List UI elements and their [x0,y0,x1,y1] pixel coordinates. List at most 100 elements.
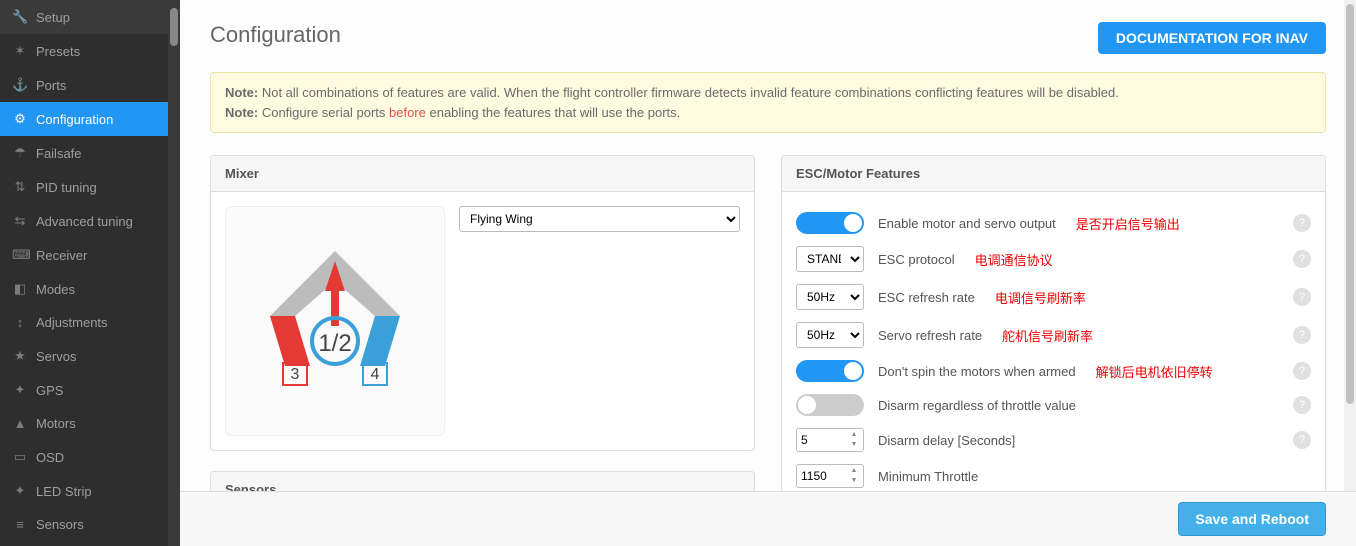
sidebar-item-label: Ports [36,78,66,93]
sidebar-item-osd[interactable]: ▭ OSD [0,440,180,474]
sidebar-item-adjustments[interactable]: ↕ Adjustments [0,306,180,339]
sidebar-item-label: GPS [36,383,63,398]
note-box: Note: Not all combinations of features a… [210,72,1326,133]
step-down-icon[interactable]: ▼ [847,440,861,450]
save-reboot-button[interactable]: Save and Reboot [1178,502,1326,536]
dont-spin-toggle[interactable] [796,360,864,382]
tune-icon: ⇆ [12,213,28,229]
sidebar-item-label: Adjustments [36,315,108,330]
sidebar-item-gps[interactable]: ✦ GPS [0,373,180,407]
disarm-label: Disarm regardless of throttle value [878,398,1076,413]
help-icon[interactable]: ? [1293,396,1311,414]
help-icon[interactable]: ? [1293,288,1311,306]
sidebar-item-modes[interactable]: ◧Modes [0,272,180,306]
sidebar-item-label: Presets [36,44,80,59]
mixer-diagram: 1/2 3 4 [225,206,445,436]
osd-icon: ▭ [12,449,28,465]
sidebar-item-servos[interactable]: ★Servos [0,339,180,373]
annotation-text: 解锁后电机依旧停转 [1096,362,1213,381]
esc-protocol-label: ESC protocol [878,252,955,267]
step-up-icon[interactable]: ▲ [847,466,861,476]
svg-text:1/2: 1/2 [318,330,351,357]
mixer-select[interactable]: Flying Wing [459,206,740,232]
note-label: Note: [225,85,258,100]
sidebar-item-label: Receiver [36,248,87,263]
led-icon: ✦ [12,483,28,499]
gear-icon: ⚙ [12,111,28,127]
min-throttle-input[interactable]: ▲▼ [796,464,864,488]
sidebar-item-label: PID tuning [36,180,97,195]
disarm-toggle[interactable] [796,394,864,416]
sidebar-item-label: Motors [36,416,76,431]
note-text: enabling the features that will use the … [426,105,680,120]
note-emphasis: before [389,105,426,120]
panel-header: Sensors [211,472,754,491]
min-throttle-label: Minimum Throttle [878,469,978,484]
panel-header: ESC/Motor Features [782,156,1325,192]
page-title: Configuration [210,22,341,48]
sidebar-item-label: Modes [36,282,75,297]
disarm-delay-input[interactable]: ▲▼ [796,428,864,452]
content: Configuration DOCUMENTATION FOR INAV Not… [180,0,1356,491]
sensor-icon: ≡ [12,517,28,532]
annotation-text: 电调通信协议 [975,250,1053,269]
note-text: Not all combinations of features are val… [258,85,1119,100]
svg-text:4: 4 [371,366,380,383]
esc-motor-panel: ESC/Motor Features Enable motor and serv… [781,155,1326,491]
enable-output-label: Enable motor and servo output [878,216,1056,231]
sidebar-item-label: Failsafe [36,146,82,161]
radio-icon: ⌨ [12,247,28,263]
sliders-icon: ⇅ [12,179,28,195]
help-icon[interactable]: ? [1293,362,1311,380]
sidebar-item-label: OSD [36,450,64,465]
scrollbar-thumb[interactable] [1346,4,1354,404]
note-text: Configure serial ports [258,105,389,120]
sidebar-item-configuration[interactable]: ⚙Configuration [0,102,180,136]
sidebar-scrollbar[interactable] [168,0,180,546]
esc-refresh-label: ESC refresh rate [878,290,975,305]
step-down-icon[interactable]: ▼ [847,476,861,486]
enable-output-toggle[interactable] [796,212,864,234]
scrollbar-thumb[interactable] [170,8,178,46]
help-icon[interactable]: ? [1293,214,1311,232]
sidebar-item-label: Servos [36,349,76,364]
servo-refresh-select[interactable]: 50Hz [796,322,864,348]
help-icon[interactable]: ? [1293,326,1311,344]
sidebar: 🔧Setup ✶ Presets ⚓Ports ⚙Configuration ☂ F… [0,0,180,546]
esc-refresh-select[interactable]: 50Hz [796,284,864,310]
sidebar-item-label: Setup [36,10,70,25]
sidebar-item-tethered-logging[interactable]: ◼Tethered Logging [0,541,180,546]
sidebar-item-presets[interactable]: ✶ Presets [0,34,180,68]
documentation-button[interactable]: DOCUMENTATION FOR INAV [1098,22,1326,54]
sidebar-item-setup[interactable]: 🔧Setup [0,0,180,34]
servo-refresh-label: Servo refresh rate [878,328,982,343]
motor-icon: ▲ [12,416,28,431]
sidebar-item-sensors[interactable]: ≡ Sensors [0,508,180,541]
annotation-text: 是否开启信号输出 [1076,214,1180,233]
step-up-icon[interactable]: ▲ [847,430,861,440]
panel-header: Mixer [211,156,754,192]
sidebar-item-ports[interactable]: ⚓Ports [0,68,180,102]
sidebar-item-receiver[interactable]: ⌨ Receiver [0,238,180,272]
sidebar-item-label: Sensors [36,517,84,532]
svg-text:3: 3 [291,366,300,383]
help-icon[interactable]: ? [1293,250,1311,268]
esc-protocol-select[interactable]: STAND [796,246,864,272]
sidebar-item-motors[interactable]: ▲ Motors [0,407,180,440]
gps-icon: ✦ [12,382,28,398]
sensors-panel: Sensors MPU60 Accelerometer [210,471,755,491]
help-icon[interactable]: ? [1293,431,1311,449]
annotation-text: 舵机信号刷新率 [1002,326,1093,345]
mixer-panel: Mixer 1/2 [210,155,755,451]
sidebar-item-advanced-tuning[interactable]: ⇆Advanced tuning [0,204,180,238]
sidebar-item-pid-tuning[interactable]: ⇅ PID tuning [0,170,180,204]
star-icon: ✶ [12,43,28,59]
footer: Save and Reboot [180,491,1356,546]
sidebar-item-label: LED Strip [36,484,92,499]
content-scrollbar[interactable] [1344,0,1356,491]
umbrella-icon: ☂ [12,145,28,161]
annotation-text: 电调信号刷新率 [995,288,1086,307]
sidebar-item-failsafe[interactable]: ☂ Failsafe [0,136,180,170]
sidebar-item-led-strip[interactable]: ✦ LED Strip [0,474,180,508]
adjust-icon: ↕ [12,315,28,330]
